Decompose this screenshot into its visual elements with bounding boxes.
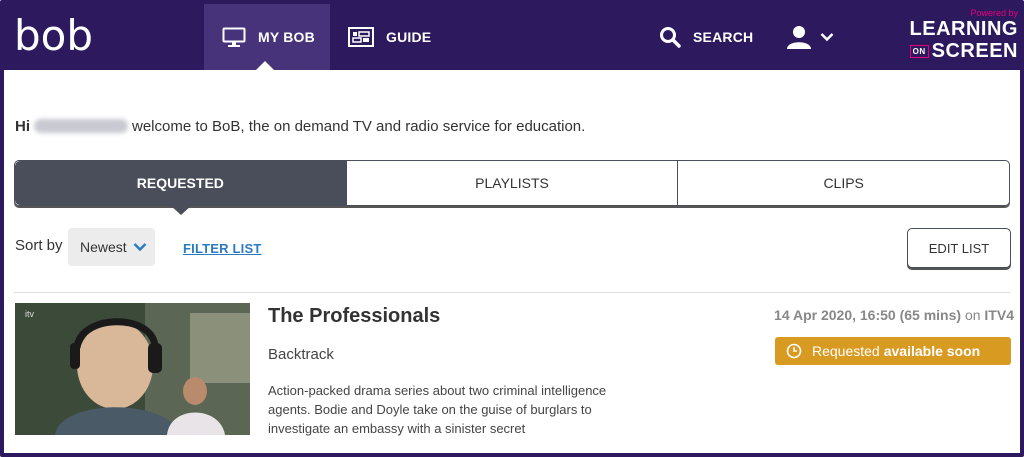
tab-clips-label: CLIPS — [823, 175, 864, 191]
powered-by-text: Powered by — [970, 8, 1018, 18]
tab-playlists[interactable]: PLAYLISTS — [346, 161, 679, 205]
tab-requested-label: REQUESTED — [136, 175, 224, 191]
nav-my-bob[interactable]: MY BOB — [204, 4, 330, 70]
programme-thumbnail[interactable]: itv — [15, 303, 250, 435]
learning-on-screen-logo[interactable]: Powered by LEARNING ON SCREEN — [898, 8, 1018, 62]
top-nav-bar: bob MY BOB GUIDE SEARCH Powered by LEARN… — [4, 4, 1020, 70]
welcome-message: Hi welcome to BoB, the on demand TV and r… — [15, 118, 585, 135]
tab-clips[interactable]: CLIPS — [678, 161, 1010, 205]
app-frame: bob MY BOB GUIDE SEARCH Powered by LEARN… — [0, 0, 1024, 457]
sort-label: Sort by — [15, 237, 63, 254]
greeting-text: welcome to BoB, the on demand TV and rad… — [132, 118, 586, 135]
active-tab-caret — [170, 205, 192, 215]
sort-selected-value: Newest — [80, 239, 127, 255]
brand-screen: SCREEN — [931, 40, 1018, 62]
clock-icon — [786, 343, 802, 359]
broadcast-channel: ITV4 — [984, 307, 1014, 323]
monitor-icon — [222, 27, 246, 47]
svg-text:itv: itv — [25, 309, 35, 319]
status-prefix: Requested — [812, 343, 880, 359]
blurred-user-name — [34, 119, 128, 133]
programme-title[interactable]: The Professionals — [268, 305, 440, 328]
thumbnail-image: itv — [15, 303, 250, 435]
broadcast-date: 14 Apr 2020, 16:50 (65 mins) — [774, 307, 962, 323]
edit-list-button[interactable]: EDIT LIST — [907, 228, 1011, 268]
nav-guide[interactable]: GUIDE — [348, 4, 431, 70]
greeting-hi: Hi — [15, 118, 30, 135]
tab-playlists-label: PLAYLISTS — [475, 175, 549, 191]
active-caret — [256, 61, 274, 70]
nav-search-label: SEARCH — [693, 29, 754, 45]
filter-list-link[interactable]: FILTER LIST — [183, 241, 262, 256]
chevron-down-icon — [820, 33, 834, 42]
search-icon — [660, 27, 681, 48]
status-badge: Requested available soon — [775, 337, 1011, 365]
user-icon — [787, 26, 811, 49]
chevron-down-icon — [133, 243, 147, 252]
programme-episode: Backtrack — [268, 346, 334, 363]
brand-line-2: ON SCREEN — [898, 40, 1018, 62]
nav-guide-label: GUIDE — [386, 29, 432, 45]
user-menu[interactable] — [786, 4, 846, 70]
bob-logo[interactable]: bob — [14, 12, 93, 60]
sort-dropdown[interactable]: Newest — [68, 228, 155, 266]
programme-description: Action-packed drama series about two cri… — [268, 383, 607, 436]
brand-on-badge: ON — [909, 44, 929, 58]
divider — [14, 292, 1010, 293]
nav-my-bob-label: MY BOB — [258, 29, 315, 45]
tab-requested[interactable]: REQUESTED — [15, 161, 347, 215]
nav-search[interactable]: SEARCH — [659, 4, 753, 70]
list-tabs: REQUESTED PLAYLISTS CLIPS — [14, 160, 1010, 215]
guide-icon — [348, 27, 374, 47]
status-bold: available soon — [883, 343, 981, 359]
broadcast-on: on — [964, 307, 981, 323]
brand-line-1: LEARNING — [909, 18, 1018, 40]
broadcast-info: 14 Apr 2020, 16:50 (65 mins) on ITV4 — [774, 307, 1014, 323]
